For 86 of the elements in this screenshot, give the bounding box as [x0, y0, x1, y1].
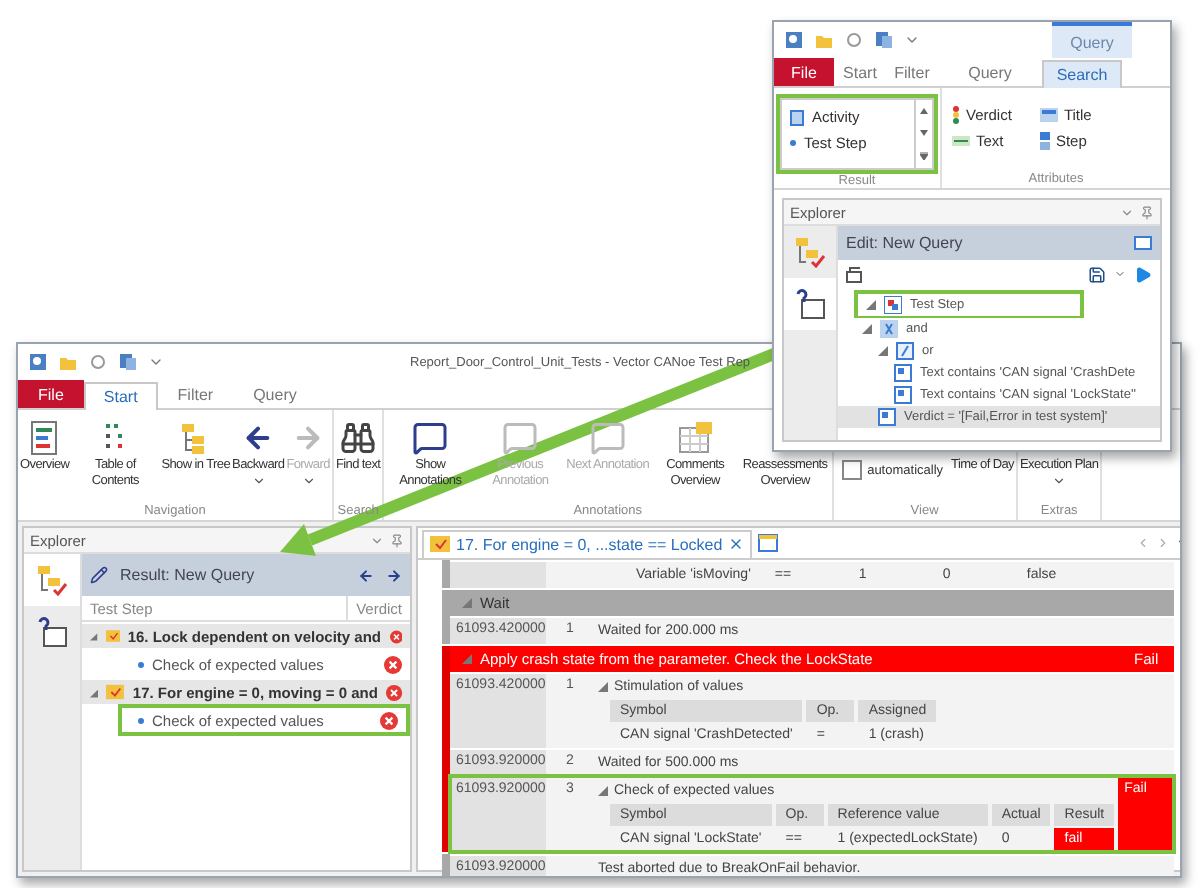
bullet-icon [138, 661, 144, 667]
and-icon [880, 320, 898, 338]
query-icon [794, 288, 826, 320]
context-tab-header: Query [1052, 22, 1132, 58]
caret-icon [251, 474, 266, 488]
ribbon-tab[interactable]: Query [938, 58, 1042, 86]
caret-icon[interactable] [370, 533, 384, 547]
refresh-icon[interactable] [844, 30, 864, 50]
refresh-icon[interactable] [88, 352, 108, 372]
down-icon [920, 130, 928, 137]
fail-icon [385, 683, 402, 701]
condition-icon [894, 364, 912, 382]
ribbon-tab[interactable]: Query [233, 380, 317, 408]
expand-icon[interactable] [90, 631, 98, 641]
new-tab-icon[interactable] [758, 534, 779, 552]
file-tab[interactable]: File [18, 380, 84, 408]
documents-icon[interactable] [874, 30, 894, 50]
checkbox[interactable] [841, 460, 862, 480]
more-icon [920, 152, 928, 161]
query-view-button[interactable] [784, 278, 836, 330]
ribbon-tab[interactable]: Start [83, 382, 158, 410]
table-comment-icon [677, 419, 714, 455]
ribbon-tab[interactable]: Start [834, 58, 886, 86]
speech-bubble-icon [412, 419, 449, 455]
expand-icon[interactable] [866, 300, 876, 310]
tree-check-icon [794, 236, 826, 268]
pin-icon[interactable] [1140, 205, 1154, 219]
folder-check-icon [105, 628, 120, 644]
file-tab[interactable]: File [774, 58, 834, 86]
caret-icon[interactable] [1114, 268, 1126, 280]
query-icon [36, 616, 68, 648]
ribbon-tab[interactable]: Filter [157, 380, 234, 408]
pencil-icon [90, 566, 108, 584]
fail-icon [389, 627, 402, 645]
expand-icon[interactable] [598, 682, 608, 692]
documents-icon[interactable] [118, 352, 138, 372]
step-icon [1039, 132, 1050, 150]
arrow-right-icon [292, 421, 325, 453]
speech-bubble-icon [589, 419, 626, 455]
title-icon [1039, 108, 1058, 122]
arrow-left-icon [242, 421, 275, 453]
tree-check-icon [36, 564, 68, 596]
bullet-icon [138, 717, 144, 723]
document-tab[interactable]: 17. For engine = 0, ...state == Locked [422, 529, 753, 557]
folder-check-icon [430, 536, 450, 552]
caret-icon[interactable] [1120, 205, 1134, 219]
save-icon[interactable] [1088, 265, 1106, 283]
edit-title: Edit: New Query [846, 234, 965, 252]
expand-icon[interactable] [90, 687, 99, 697]
folder-check-icon [106, 684, 125, 700]
pin-icon[interactable] [390, 533, 404, 547]
fail-icon [384, 655, 402, 673]
expand-icon[interactable] [598, 786, 608, 796]
condition-icon [878, 408, 896, 426]
close-icon[interactable] [728, 536, 745, 552]
traffic-light-icon [952, 106, 960, 124]
arrow-left-icon[interactable] [358, 567, 374, 583]
caret-icon [1052, 474, 1067, 488]
binoculars-icon [340, 419, 377, 455]
expand-icon[interactable] [878, 346, 888, 356]
bullet-icon [790, 140, 796, 146]
activity-icon [790, 109, 804, 125]
expand-icon[interactable] [862, 324, 872, 334]
document-lines-icon [28, 419, 61, 455]
customize-caret-icon[interactable] [904, 32, 920, 48]
fail-icon [380, 711, 398, 729]
speech-bubble-icon [502, 419, 539, 455]
or-icon [896, 342, 914, 360]
customize-caret-icon[interactable] [148, 354, 164, 370]
arrow-right-icon[interactable] [386, 567, 402, 583]
text-icon [952, 136, 970, 146]
caret-icon [301, 474, 316, 488]
condition-icon [894, 386, 912, 404]
up-icon [920, 108, 928, 115]
tree-view-button[interactable] [24, 554, 80, 606]
query-tool-icon[interactable] [846, 265, 864, 283]
play-icon[interactable] [1134, 265, 1152, 283]
result-title: Result: New Query [120, 566, 257, 584]
search-document-icon[interactable] [28, 352, 48, 372]
search-document-icon[interactable] [784, 30, 804, 50]
ribbon-tab[interactable]: Search [1042, 60, 1122, 88]
test-step-icon [884, 296, 902, 314]
chevron-right-icon[interactable] [1156, 536, 1171, 550]
panel-icon[interactable] [1134, 236, 1152, 250]
ribbon-tab[interactable]: Filter [886, 58, 938, 86]
chevron-left-icon[interactable] [1136, 536, 1151, 550]
